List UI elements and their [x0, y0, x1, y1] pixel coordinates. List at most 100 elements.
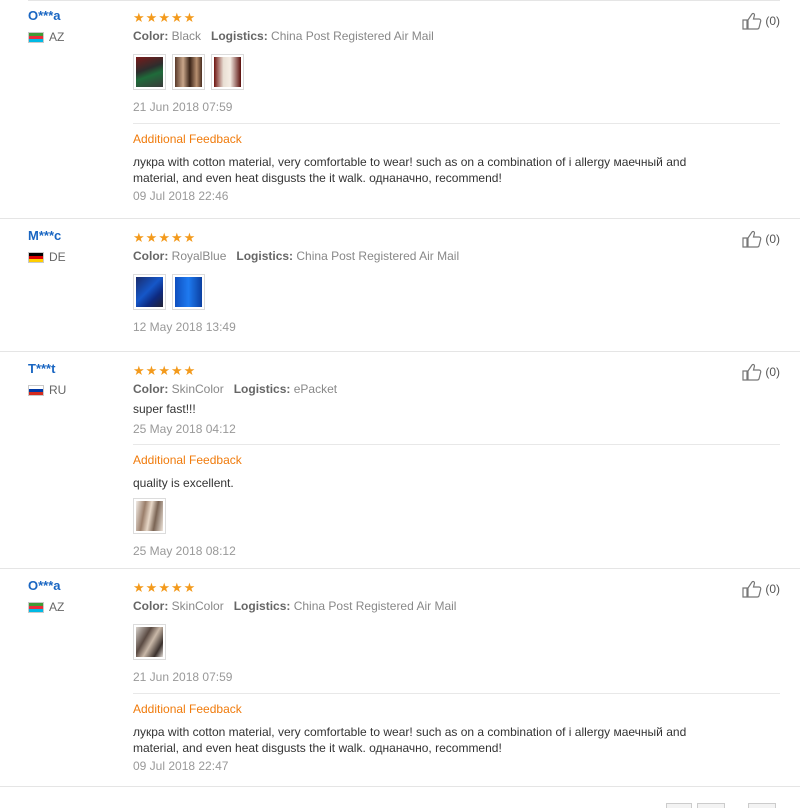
review-card: O***a AZ ★ ★ ★ ★ ★ Color: SkinColor Logistics…	[0, 569, 800, 787]
helpful-button[interactable]: (0)	[742, 12, 780, 30]
order-meta: Color: Black Logistics: China Post Regist…	[133, 28, 780, 44]
star-icon: ★	[158, 229, 170, 245]
helpful-count: (0)	[765, 14, 780, 28]
color-label: Color:	[133, 599, 169, 613]
color-value: Black	[171, 29, 202, 43]
helpful-button[interactable]: (0)	[742, 363, 780, 381]
additional-feedback-title: Additional Feedback	[133, 132, 242, 146]
review-photos	[133, 54, 780, 90]
review-photo-thumbnail[interactable]	[133, 498, 166, 534]
country-code: AZ	[49, 30, 65, 44]
logistics-label: Logistics:	[211, 29, 268, 43]
flag-de-icon	[28, 251, 44, 263]
feedback-date: 09 Jul 2018 22:47	[133, 759, 229, 773]
review-photo-thumbnail[interactable]	[172, 54, 205, 90]
feedback-date: 09 Jul 2018 22:46	[133, 189, 229, 203]
feedback-text: лукра with cotton material, very comfort…	[133, 725, 687, 739]
feedback-date: 25 May 2018 08:12	[133, 544, 236, 558]
pagination-page-button[interactable]	[697, 803, 725, 808]
flag-az-icon	[28, 31, 44, 43]
review-photo-thumbnail[interactable]	[133, 624, 166, 660]
divider	[133, 693, 780, 694]
additional-feedback-title: Additional Feedback	[133, 702, 242, 716]
star-rating: ★ ★ ★ ★ ★	[133, 230, 780, 244]
review-photo-thumbnail[interactable]	[133, 274, 166, 310]
reviewer-info: O***a AZ	[28, 8, 128, 44]
divider	[133, 444, 780, 445]
color-label: Color:	[133, 29, 169, 43]
reviewer-info: M***c DE	[28, 228, 128, 264]
review-photo-thumbnail[interactable]	[211, 54, 244, 90]
helpful-button[interactable]: (0)	[742, 580, 780, 598]
feedback-photos	[133, 498, 780, 534]
pagination-next-button[interactable]	[748, 803, 776, 808]
reviewer-country: RU	[28, 383, 128, 397]
feedback-text: лукра with cotton material, very comfort…	[133, 155, 687, 169]
reviewer-name: T***t	[28, 361, 56, 376]
reviewer-name: M***c	[28, 228, 62, 243]
reviewer-name: O***a	[28, 578, 61, 593]
divider	[133, 123, 780, 124]
feedback-text: material, and even heat disgusts the it …	[133, 741, 502, 755]
star-icon: ★	[183, 362, 196, 378]
helpful-count: (0)	[765, 365, 780, 379]
review-photo-thumbnail[interactable]	[133, 54, 166, 90]
reviewer-country: AZ	[28, 30, 128, 44]
logistics-value: ePacket	[293, 382, 338, 396]
review-photo-thumbnail[interactable]	[172, 274, 205, 310]
star-icon: ★	[183, 9, 196, 25]
logistics-value: China Post Registered Air Mail	[271, 29, 434, 43]
star-icon: ★	[170, 579, 183, 595]
star-icon: ★	[183, 579, 196, 595]
reviewer-country: AZ	[28, 600, 128, 614]
thumbs-up-icon	[742, 230, 762, 248]
order-meta: Color: RoyalBlue Logistics: China Post Re…	[133, 248, 780, 264]
reviewer-country: DE	[28, 250, 128, 264]
star-icon: ★	[170, 229, 183, 245]
star-rating: ★ ★ ★ ★ ★	[133, 363, 780, 377]
color-value: RoyalBlue	[171, 249, 227, 263]
star-icon: ★	[133, 229, 145, 245]
review-date: 21 Jun 2018 07:59	[133, 670, 233, 684]
country-code: RU	[49, 383, 67, 397]
star-icon: ★	[158, 579, 170, 595]
helpful-button[interactable]: (0)	[742, 230, 780, 248]
star-icon: ★	[145, 362, 158, 378]
flag-ru-icon	[28, 384, 44, 396]
logistics-label: Logistics:	[233, 382, 291, 396]
logistics-label: Logistics:	[233, 599, 291, 613]
order-meta: Color: SkinColor Logistics: China Post Re…	[133, 598, 780, 614]
star-icon: ★	[158, 9, 170, 25]
color-label: Color:	[133, 249, 169, 263]
reviewer-info: O***a AZ	[28, 578, 128, 614]
review-card: T***t RU ★ ★ ★ ★ ★ Color: SkinColor Logistics…	[0, 352, 800, 569]
star-icon: ★	[170, 9, 183, 25]
color-value: SkinColor	[171, 382, 224, 396]
star-icon: ★	[145, 9, 158, 25]
reviews-page: { "reviews": [ { "user": "O***a", "count…	[0, 0, 800, 808]
review-date: 12 May 2018 13:49	[133, 320, 236, 334]
thumbs-up-icon	[742, 580, 762, 598]
additional-feedback-title: Additional Feedback	[133, 453, 242, 467]
feedback-text: material, and even heat disgusts the it …	[133, 171, 502, 185]
star-icon: ★	[145, 229, 158, 245]
star-rating: ★ ★ ★ ★ ★	[133, 580, 780, 594]
logistics-value: China Post Registered Air Mail	[293, 599, 457, 613]
color-value: SkinColor	[171, 599, 224, 613]
helpful-count: (0)	[765, 582, 780, 596]
pagination-prev-button[interactable]	[666, 803, 692, 808]
review-date: 21 Jun 2018 07:59	[133, 100, 233, 114]
logistics-value: China Post Registered Air Mail	[296, 249, 460, 263]
review-date: 25 May 2018 04:12	[133, 422, 236, 436]
review-photos	[133, 624, 780, 660]
star-icon: ★	[145, 579, 158, 595]
thumbs-up-icon	[742, 363, 762, 381]
flag-az-icon	[28, 601, 44, 613]
review-text: super fast!!!	[133, 402, 196, 416]
review-card: O***a AZ ★ ★ ★ ★ ★ Color: Black Logistics: Ch…	[0, 0, 800, 219]
review-card: M***c DE ★ ★ ★ ★ ★ Color: RoyalBlue Logistics…	[0, 219, 800, 352]
star-icon: ★	[183, 229, 196, 245]
color-label: Color:	[133, 382, 169, 396]
country-code: DE	[49, 250, 66, 264]
star-icon: ★	[133, 9, 145, 25]
